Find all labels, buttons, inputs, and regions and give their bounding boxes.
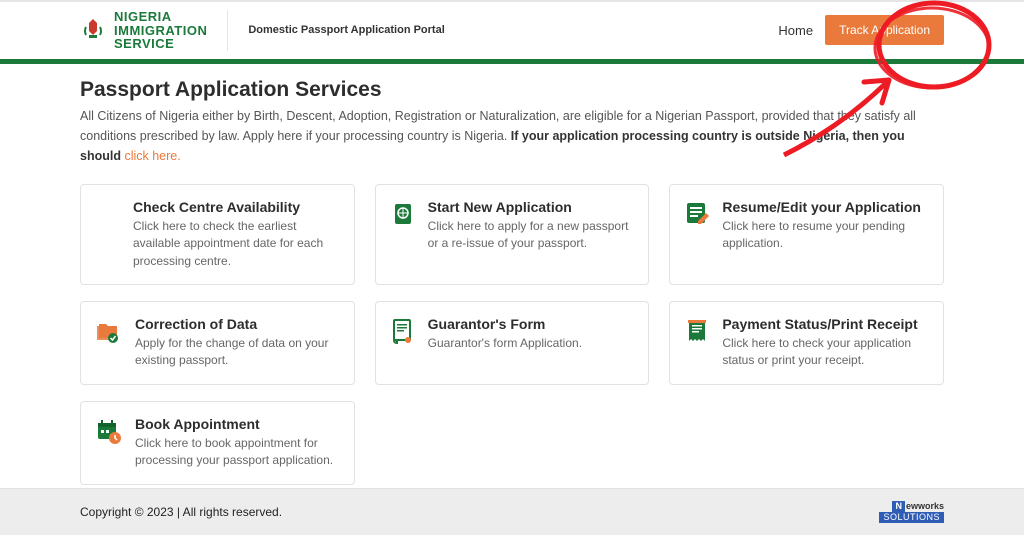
portal-subtitle: Domestic Passport Application Portal xyxy=(248,24,444,36)
vendor-bottom: SOLUTIONS xyxy=(879,512,944,523)
card-book-appointment[interactable]: Book Appointment Click here to book appo… xyxy=(80,401,355,485)
org-name: NIGERIA IMMIGRATION SERVICE xyxy=(114,10,207,51)
passport-icon xyxy=(390,199,416,270)
site-logo[interactable]: NIGERIA IMMIGRATION SERVICE xyxy=(80,10,228,51)
service-cards-grid: Check Centre Availability Click here to … xyxy=(80,184,944,485)
card-title: Start New Application xyxy=(428,199,633,215)
card-description: Click here to check the earliest availab… xyxy=(133,218,338,270)
card-title: Payment Status/Print Receipt xyxy=(722,316,927,332)
card-description: Click here to book appointment for proce… xyxy=(135,435,338,470)
card-title: Correction of Data xyxy=(135,316,338,332)
receipt-icon xyxy=(684,316,710,370)
card-title: Book Appointment xyxy=(135,416,338,432)
vendor-top: ewworks xyxy=(906,502,944,511)
vendor-n: N xyxy=(892,501,905,512)
copyright-text: Copyright © 2023 | All rights reserved. xyxy=(80,505,282,519)
card-resume-edit-application[interactable]: Resume/Edit your Application Click here … xyxy=(669,184,944,285)
vendor-logo: Newworks SOLUTIONS xyxy=(879,501,944,523)
card-payment-status-receipt[interactable]: Payment Status/Print Receipt Click here … xyxy=(669,301,944,385)
coat-of-arms-icon xyxy=(80,17,106,43)
org-name-line1: NIGERIA xyxy=(114,10,207,24)
card-description: Click here to apply for a new passport o… xyxy=(428,218,633,253)
card-description: Apply for the change of data on your exi… xyxy=(135,335,338,370)
card-title: Resume/Edit your Application xyxy=(722,199,927,215)
main-content: Passport Application Services All Citize… xyxy=(0,64,1024,485)
edit-form-icon xyxy=(684,199,710,270)
nav-home-link[interactable]: Home xyxy=(778,23,813,38)
top-divider xyxy=(0,0,1024,2)
org-name-line3: SERVICE xyxy=(114,37,207,51)
page-title: Passport Application Services xyxy=(80,78,944,102)
click-here-link[interactable]: click here. xyxy=(124,149,180,163)
card-title: Guarantor's Form xyxy=(428,316,633,332)
calendar-clock-icon xyxy=(95,416,123,470)
card-description: Click here to check your application sta… xyxy=(722,335,927,370)
intro-paragraph: All Citizens of Nigeria either by Birth,… xyxy=(80,106,944,166)
card-title: Check Centre Availability xyxy=(133,199,338,215)
certificate-icon xyxy=(390,316,416,370)
availability-icon xyxy=(95,199,121,270)
card-correction-of-data[interactable]: Correction of Data Apply for the change … xyxy=(80,301,355,385)
track-application-button[interactable]: Track Application xyxy=(825,15,944,45)
card-description: Guarantor's form Application. xyxy=(428,335,633,352)
folder-check-icon xyxy=(95,316,123,370)
footer: Copyright © 2023 | All rights reserved. … xyxy=(0,488,1024,535)
card-start-new-application[interactable]: Start New Application Click here to appl… xyxy=(375,184,650,285)
site-header: NIGERIA IMMIGRATION SERVICE Domestic Pas… xyxy=(0,2,1024,59)
card-check-centre-availability[interactable]: Check Centre Availability Click here to … xyxy=(80,184,355,285)
card-guarantors-form[interactable]: Guarantor's Form Guarantor's form Applic… xyxy=(375,301,650,385)
org-name-line2: IMMIGRATION xyxy=(114,24,207,38)
card-description: Click here to resume your pending applic… xyxy=(722,218,927,253)
